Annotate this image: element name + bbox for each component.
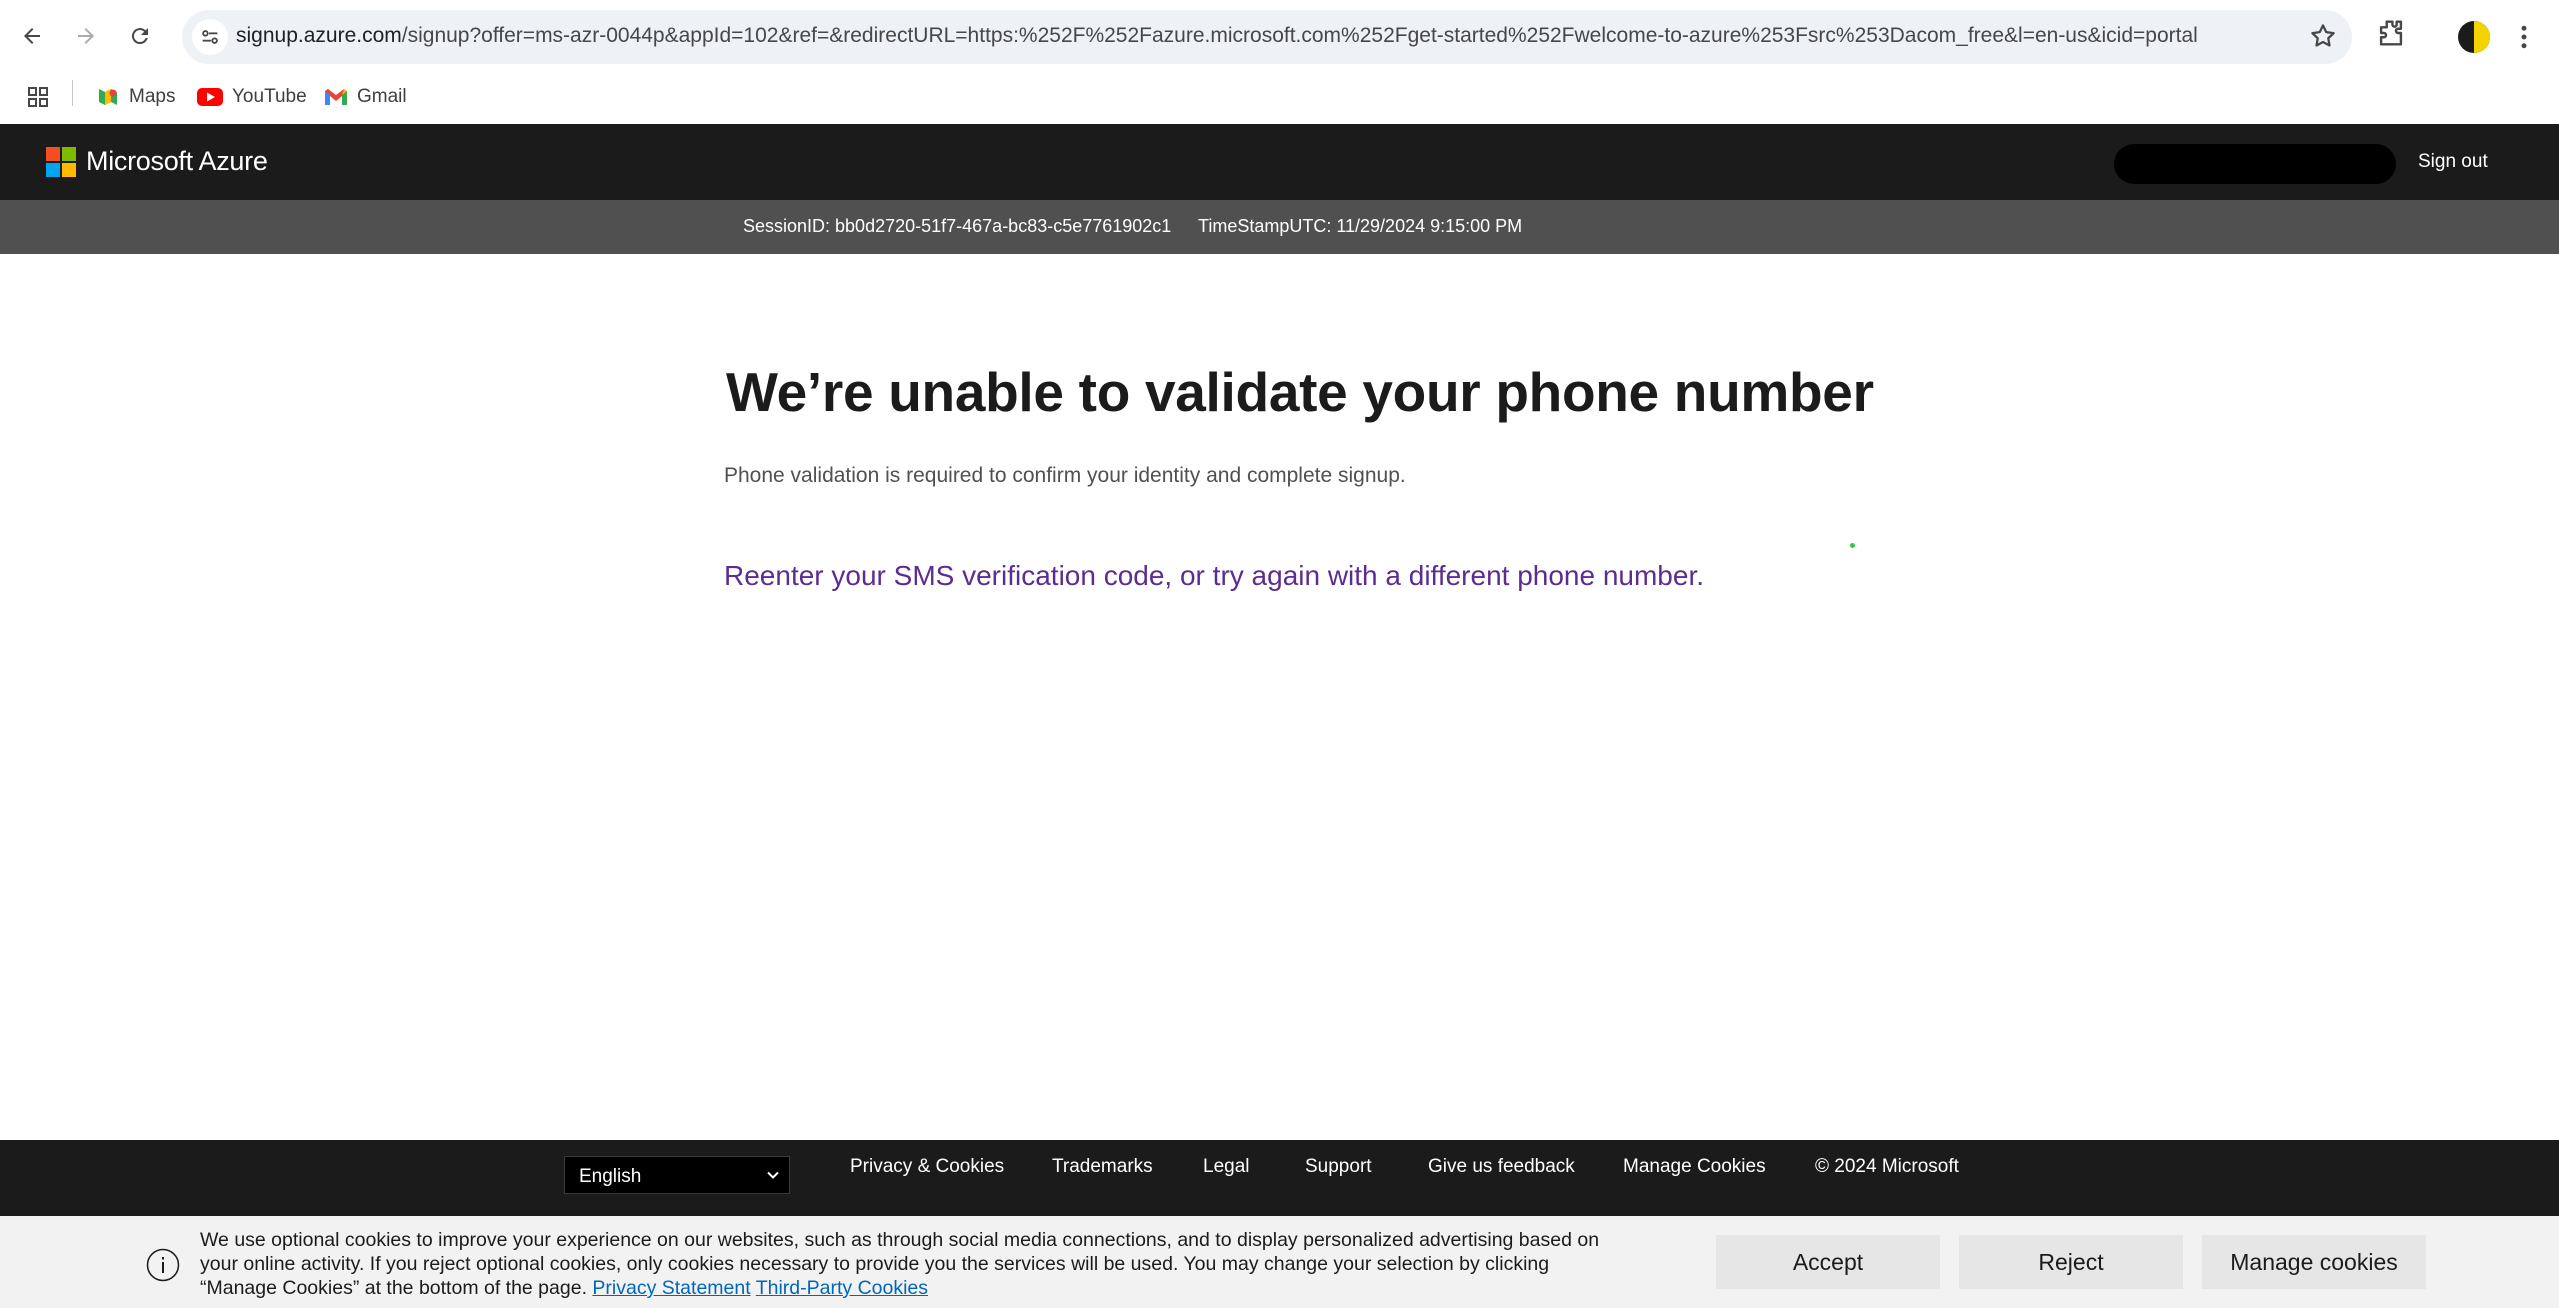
bookmark-gmail[interactable]: Gmail (324, 81, 407, 113)
extensions-icon[interactable] (2374, 16, 2408, 55)
footer-support-link[interactable]: Support (1305, 1156, 1372, 1178)
gmail-icon (324, 87, 348, 107)
sign-out-link[interactable]: Sign out (2418, 151, 2488, 173)
reload-button[interactable] (118, 14, 162, 58)
loading-dot (1850, 543, 1855, 548)
bookmark-maps[interactable]: Maps (96, 81, 175, 113)
retry-verification-link[interactable]: Reenter your SMS verification code, or t… (724, 560, 1704, 592)
cookie-banner: We use optional cookies to improve your … (0, 1216, 2559, 1308)
bookmark-label: Maps (129, 86, 176, 107)
timestamp-utc: TimeStampUTC: 11/29/2024 9:15:00 PM (1198, 216, 1523, 236)
apps-icon[interactable] (26, 81, 50, 113)
bookmarks-divider (72, 80, 73, 106)
profile-avatar[interactable] (2458, 21, 2490, 53)
accept-button[interactable]: Accept (1716, 1235, 1940, 1289)
microsoft-logo-icon[interactable] (46, 147, 76, 177)
youtube-icon (197, 87, 223, 107)
reject-button[interactable]: Reject (1959, 1235, 2183, 1289)
page-subtitle: Phone validation is required to confirm … (724, 464, 1406, 487)
footer-trademarks-link[interactable]: Trademarks (1052, 1156, 1153, 1178)
reload-icon (131, 28, 148, 45)
footer-manage-cookies-link[interactable]: Manage Cookies (1623, 1156, 1766, 1178)
bookmark-youtube[interactable]: YouTube (197, 81, 307, 113)
forward-arrow-icon (78, 28, 94, 44)
redacted-account-name (2114, 144, 2396, 184)
url-host: signup.azure.com (236, 24, 402, 47)
address-bar[interactable]: signup.azure.com/signup?offer=ms-azr-004… (182, 10, 2352, 64)
manage-cookies-button[interactable]: Manage cookies (2202, 1235, 2426, 1289)
brand-name[interactable]: Microsoft Azure (86, 146, 268, 177)
footer-feedback-link[interactable]: Give us feedback (1428, 1156, 1575, 1178)
url-path: /signup?offer=ms-azr-0044p&appId=102&ref… (401, 24, 2198, 47)
language-select[interactable]: English (564, 1156, 790, 1194)
browser-toolbar: signup.azure.com/signup?offer=ms-azr-004… (0, 0, 2559, 74)
bookmark-star-icon[interactable] (2308, 21, 2338, 56)
bookmark-label: Gmail (357, 86, 407, 107)
copyright: © 2024 Microsoft (1815, 1156, 1959, 1177)
url-text[interactable]: signup.azure.com/signup?offer=ms-azr-004… (236, 24, 2198, 48)
third-party-cookies-link[interactable]: Third-Party Cookies (756, 1277, 928, 1299)
info-icon (146, 1248, 180, 1287)
forward-button[interactable] (64, 14, 108, 58)
language-value: English (579, 1166, 642, 1187)
site-info-icon[interactable] (192, 19, 228, 55)
bookmark-label: YouTube (232, 86, 307, 107)
page-title: We’re unable to validate your phone numb… (726, 361, 1874, 423)
session-info-bar: SessionID: bb0d2720-51f7-467a-bc83-c5e77… (0, 200, 2559, 254)
more-menu-icon[interactable] (2518, 22, 2530, 57)
footer-privacy-link[interactable]: Privacy & Cookies (850, 1156, 1004, 1178)
footer-legal-link[interactable]: Legal (1203, 1156, 1250, 1178)
session-id: SessionID: bb0d2720-51f7-467a-bc83-c5e77… (743, 216, 1172, 236)
back-arrow-icon (24, 28, 40, 44)
back-button[interactable] (10, 14, 54, 58)
bookmarks-bar: Maps YouTube Gmail (0, 74, 2559, 124)
chevron-down-icon (765, 1167, 781, 1188)
site-footer: English Privacy & Cookies Trademarks Leg… (0, 1140, 2559, 1216)
cookie-message: We use optional cookies to improve your … (200, 1228, 1600, 1300)
site-header: Microsoft Azure Sign out (0, 124, 2559, 200)
privacy-statement-link[interactable]: Privacy Statement (592, 1277, 750, 1299)
maps-icon (96, 85, 120, 109)
